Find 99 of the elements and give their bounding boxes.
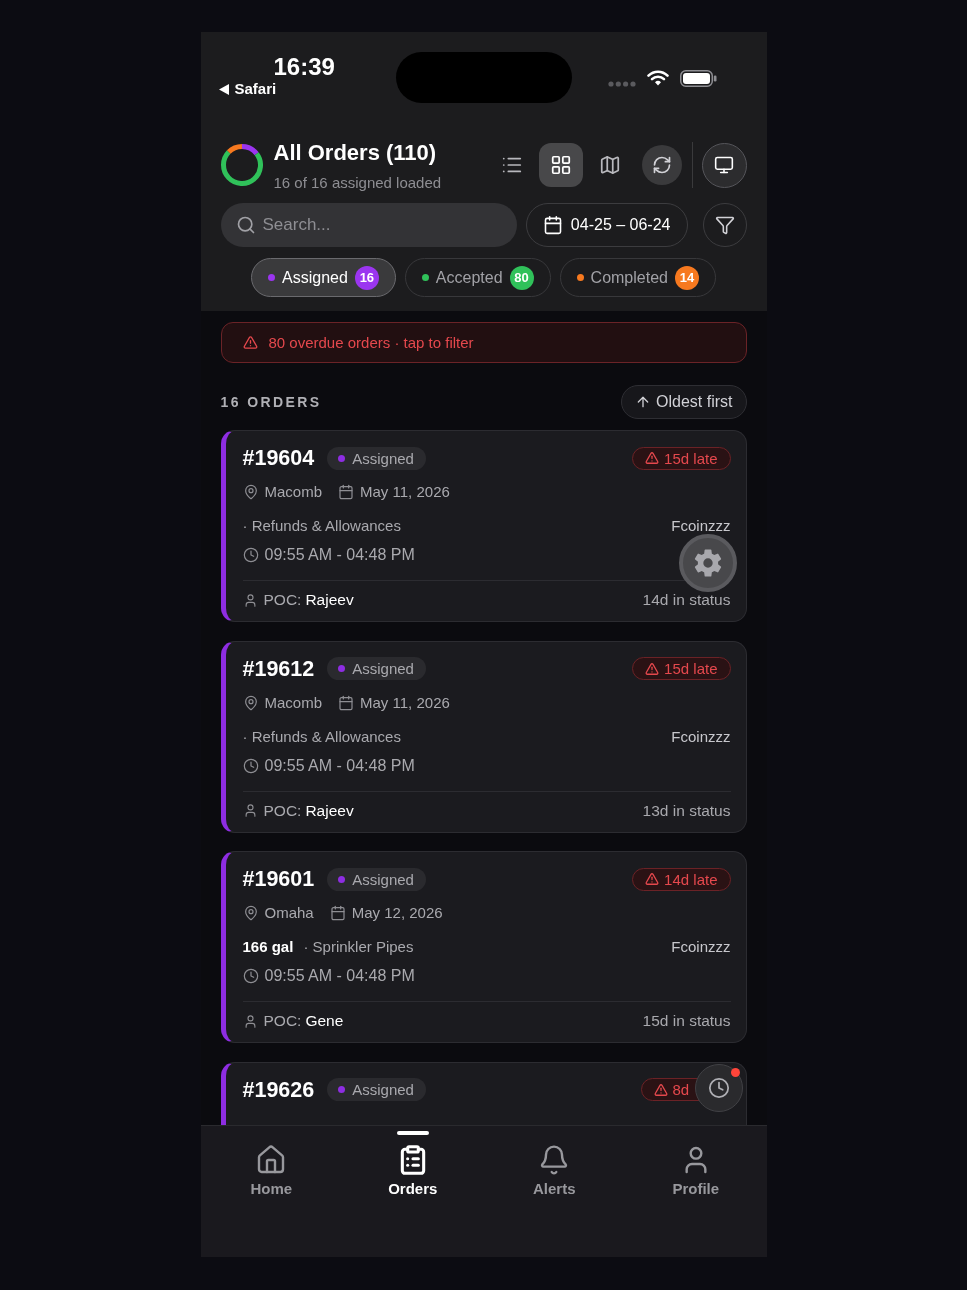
- count-badge: 16: [354, 265, 379, 290]
- status-dot-icon: [338, 875, 346, 883]
- vendor-name: Fcoinzzz: [671, 727, 731, 746]
- search-field[interactable]: Search...: [220, 203, 517, 247]
- calendar-icon: [338, 694, 355, 711]
- order-number: #19601: [242, 867, 315, 892]
- refresh-icon: [651, 155, 672, 175]
- calendar-icon: [338, 484, 355, 500]
- order-card[interactable]: #19601 Assigned 14d late Omaha May 12, 2026 166 gal · Sprinkler Pipes Fcoinzzz 09:55 AM - 04:48 PM POC: Gene 15d in status: [220, 851, 747, 1044]
- gear-icon: [692, 548, 723, 578]
- time-range: 09:55 AM - 04:48 PM: [264, 756, 415, 775]
- status-dot-icon: [338, 454, 346, 462]
- filter-button[interactable]: [702, 203, 747, 247]
- orders-count: 16 ORDERS: [220, 394, 322, 410]
- status-duration: 13d in status: [642, 801, 731, 820]
- filter-icon: [714, 215, 735, 235]
- tab-item[interactable]: Alerts: [533, 1126, 576, 1198]
- date-text: May 11, 2026: [360, 483, 450, 501]
- status-filter-chip[interactable]: Accepted 80: [404, 258, 551, 297]
- late-text: 15d late: [664, 449, 718, 467]
- page-title: All Orders (110): [273, 140, 438, 165]
- location-text: Omaha: [264, 904, 314, 923]
- location-text: Macomb: [264, 693, 323, 712]
- order-card[interactable]: #19612 Assigned 15d late Macomb May 11, 2026 · Refunds & Allowances Fcoinzzz 09:55 AM - 04:48 PM POC: Rajeev 13d in status: [220, 640, 747, 833]
- status-duration: 15d in status: [642, 1012, 731, 1031]
- warning-icon: [645, 872, 660, 887]
- vendor-name: Fcoinzzz: [671, 517, 731, 535]
- category-text: · Refunds & Allowances: [242, 727, 401, 746]
- category-text: · Refunds & Allowances: [242, 517, 401, 535]
- status-text: Assigned: [352, 1081, 414, 1099]
- status-duration: 14d in status: [642, 591, 731, 609]
- map-icon: [598, 154, 621, 176]
- poc-name: Rajeev: [305, 801, 354, 820]
- active-indicator: [396, 1131, 429, 1135]
- pin-icon: [242, 484, 259, 500]
- tab-item[interactable]: Orders: [388, 1126, 438, 1198]
- calendar-icon: [542, 215, 563, 235]
- clock-icon: [242, 968, 259, 985]
- count-badge: 14: [674, 265, 699, 290]
- poc-label: POC:: [263, 1012, 302, 1031]
- status-text: Assigned: [352, 660, 414, 678]
- warning-icon: [653, 1082, 668, 1097]
- status-dot-icon: [338, 665, 346, 673]
- poc-name: Gene: [305, 1012, 344, 1031]
- late-text: 8d: [672, 1081, 690, 1099]
- donut-ring-icon: [220, 144, 263, 186]
- sort-button[interactable]: Oldest first: [621, 385, 747, 419]
- signal-dots-icon: [607, 81, 636, 87]
- person-icon: [242, 803, 258, 819]
- vendor-name: Fcoinzzz: [671, 938, 731, 957]
- back-link[interactable]: Safari: [234, 81, 277, 97]
- clock-icon: [707, 1077, 730, 1099]
- time-range: 09:55 AM - 04:48 PM: [264, 546, 415, 564]
- status-text: Assigned: [352, 449, 414, 467]
- person-icon: [242, 1013, 258, 1029]
- status-filter-chip[interactable]: Completed 14: [559, 258, 716, 297]
- tab-item[interactable]: Home: [250, 1126, 293, 1198]
- poc-label: POC:: [263, 801, 302, 820]
- warning-icon: [645, 451, 660, 465]
- search-icon: [235, 215, 256, 235]
- date-range-button[interactable]: 04-25 – 06-24: [525, 203, 688, 247]
- order-card[interactable]: #19604 Assigned 15d late Macomb May 11, 2026 · Refunds & Allowances Fcoinzzz 09:55 AM - 04:48 PM POC: Rajeev 14d in status: [220, 430, 747, 622]
- date-text: May 12, 2026: [351, 904, 443, 923]
- wifi-icon: [646, 70, 669, 86]
- pin-icon: [242, 694, 259, 711]
- warning-icon: [242, 335, 258, 350]
- back-arrow-icon: [218, 83, 229, 95]
- clock-icon: [242, 757, 259, 774]
- time-range: 09:55 AM - 04:48 PM: [264, 967, 415, 986]
- category-text: · Sprinkler Pipes: [303, 938, 414, 957]
- refresh-button[interactable]: [641, 145, 682, 185]
- calendar-icon: [329, 905, 346, 922]
- quantity-text: 166 gal: [242, 938, 294, 957]
- person-icon: [242, 592, 258, 608]
- warning-icon: [645, 661, 660, 676]
- grid-icon: [549, 154, 572, 176]
- location-text: Macomb: [264, 483, 323, 501]
- clock-icon: [242, 547, 259, 563]
- clock-time: 16:39: [273, 53, 335, 81]
- count-badge: 80: [509, 265, 534, 290]
- status-text: Assigned: [352, 870, 414, 888]
- status-dot-icon: [338, 1086, 346, 1094]
- order-card[interactable]: #19626 Assigned 8d: [220, 1061, 747, 1125]
- date-text: May 11, 2026: [360, 693, 450, 712]
- monitor-icon: [714, 155, 734, 175]
- pin-icon: [242, 905, 259, 922]
- late-text: 14d late: [664, 870, 718, 888]
- poc-name: Rajeev: [305, 591, 354, 609]
- order-number: #19626: [242, 1077, 315, 1102]
- view-toggle[interactable]: [538, 143, 583, 187]
- battery-icon: [679, 69, 717, 87]
- status-filter-chip[interactable]: Assigned 16: [251, 258, 396, 297]
- order-number: #19612: [242, 656, 315, 681]
- page-subtitle: 16 of 16 assigned loaded: [273, 174, 442, 192]
- poc-label: POC:: [263, 591, 302, 609]
- late-text: 15d late: [664, 660, 718, 678]
- order-number: #19604: [242, 446, 315, 470]
- tab-item[interactable]: Profile: [672, 1126, 720, 1198]
- overdue-banner[interactable]: 80 overdue orders · tap to filter: [220, 322, 747, 363]
